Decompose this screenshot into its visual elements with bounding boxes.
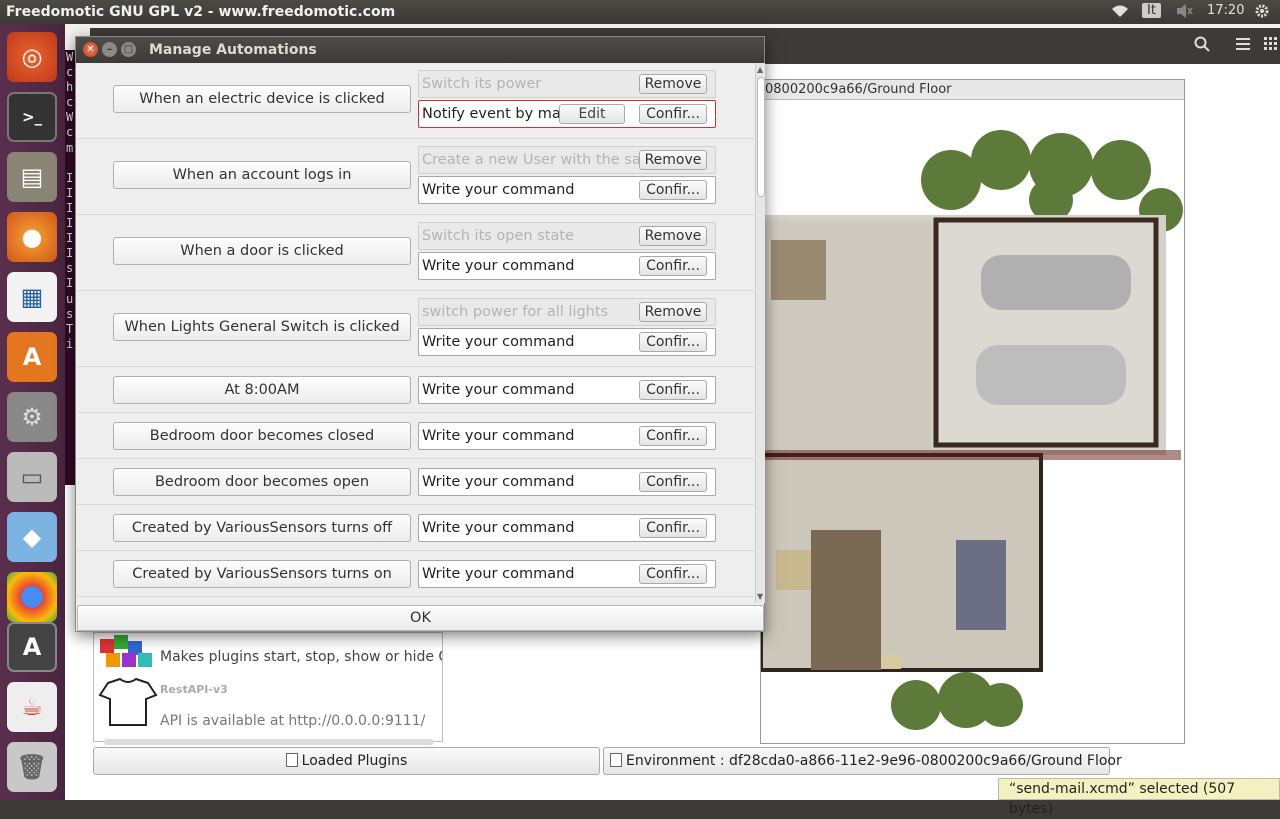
tshirt-icon <box>98 677 158 737</box>
automation-row: At 8:00AM Write your command Confir... <box>77 367 754 413</box>
scroll-down-icon[interactable]: ▼ <box>757 592 763 601</box>
automation-list[interactable]: When an electric device is clicked Switc… <box>77 63 754 603</box>
trigger-button[interactable]: Created by VariousSensors turns off <box>113 514 411 542</box>
command-field[interactable]: Write your command Confir... <box>418 514 716 542</box>
existing-command: switch power for all lights Remove <box>418 298 716 326</box>
software-center-icon[interactable]: A <box>7 332 57 382</box>
remove-button[interactable]: Remove <box>639 302 707 322</box>
updater-icon[interactable]: A <box>7 622 57 672</box>
horizontal-scrollbar[interactable] <box>104 739 434 745</box>
document-icon <box>610 753 622 767</box>
floorplan-image[interactable] <box>761 100 1184 743</box>
ok-button[interactable]: OK <box>77 605 764 631</box>
disk-icon[interactable]: ▭ <box>7 452 57 502</box>
minimize-icon[interactable]: – <box>102 42 117 57</box>
trigger-button[interactable]: When Lights General Switch is clicked <box>113 313 411 341</box>
edit-button[interactable]: Edit <box>559 104 625 124</box>
window-title: Freedomotic GNU GPL v2 - www.freedomotic… <box>6 4 396 20</box>
automation-row: Created by VariousSensors turns on Write… <box>77 551 754 597</box>
command-field[interactable]: Write your command Confir... <box>418 376 716 404</box>
box-icon[interactable]: ◆ <box>7 512 57 562</box>
scroll-up-icon[interactable]: ▲ <box>757 65 763 74</box>
volume-icon[interactable] <box>1175 3 1193 23</box>
confirm-button[interactable]: Confir... <box>639 256 707 276</box>
dialog-titlebar: ✕ – □ Manage Automations <box>76 37 764 63</box>
confirm-button[interactable]: Confir... <box>639 180 707 200</box>
environment-view[interactable]: 0800200c9a66/Ground Floor <box>760 79 1185 744</box>
automation-row: Bedroom door becomes closed Write your c… <box>77 413 754 459</box>
command-field[interactable]: Write your command Confir... <box>418 468 716 496</box>
command-field[interactable]: Write your command Confir... <box>418 422 716 450</box>
scrollbar-thumb[interactable] <box>757 77 765 197</box>
automation-row: When an account logs in Create a new Use… <box>77 139 754 215</box>
close-icon[interactable]: ✕ <box>83 42 98 57</box>
trigger-button[interactable]: When an account logs in <box>113 161 411 189</box>
search-icon[interactable] <box>1194 36 1210 56</box>
command-field[interactable]: Write your command Confir... <box>418 560 716 588</box>
command-field[interactable]: Write your command Confir... <box>418 176 716 204</box>
ubuntu-icon[interactable]: ◎ <box>7 32 57 82</box>
top-panel: Freedomotic GNU GPL v2 - www.freedomotic… <box>0 0 1280 24</box>
command-field[interactable]: Notify event by mail Edit Confir... <box>418 100 716 128</box>
dialog-title: Manage Automations <box>149 42 317 58</box>
trash-icon[interactable]: 🗑 <box>7 742 57 792</box>
terminal-icon[interactable]: >_ <box>7 92 57 142</box>
list-view-icon[interactable] <box>1236 36 1250 55</box>
grid-view-icon[interactable] <box>1264 36 1278 55</box>
confirm-button[interactable]: Confir... <box>639 518 707 538</box>
plugin-description: Makes plugins start, stop, show or hide … <box>160 649 442 665</box>
selection-tooltip: “send-mail.xcmd” selected (507 bytes) <box>998 778 1280 817</box>
confirm-button[interactable]: Confir... <box>639 104 707 124</box>
environment-title: 0800200c9a66/Ground Floor <box>761 80 1184 100</box>
remove-button[interactable]: Remove <box>639 150 707 170</box>
vertical-scrollbar[interactable]: ▲ ▼ <box>755 63 765 603</box>
confirm-button[interactable]: Confir... <box>639 332 707 352</box>
clock[interactable]: 17:20 <box>1207 3 1244 18</box>
automation-row: When a door is clicked Switch its open s… <box>77 215 754 291</box>
automation-row: When Lights General Switch is clicked sw… <box>77 291 754 367</box>
existing-command: Switch its open state Remove <box>418 222 716 250</box>
plugins-panel[interactable]: Makes plugins start, stop, show or hide … <box>93 632 443 745</box>
command-field[interactable]: Write your command Confir... <box>418 252 716 280</box>
confirm-button[interactable]: Confir... <box>639 426 707 446</box>
trigger-button[interactable]: Created by VariousSensors turns on <box>113 560 411 588</box>
settings-icon[interactable]: ⚙ <box>7 392 57 442</box>
remove-button[interactable]: Remove <box>639 74 707 94</box>
wifi-icon[interactable] <box>1110 3 1130 23</box>
automation-row: When an electric device is clicked Switc… <box>77 63 754 139</box>
document-icon <box>285 753 298 767</box>
keyboard-indicator[interactable]: It <box>1142 3 1161 18</box>
automation-row: Bedroom door becomes open Write your com… <box>77 459 754 505</box>
confirm-button[interactable]: Confir... <box>639 564 707 584</box>
existing-command: Create a new User with the san Remove <box>418 146 716 174</box>
remove-button[interactable]: Remove <box>639 226 707 246</box>
java-icon[interactable]: ☕ <box>7 682 57 732</box>
plugin-name: RestAPI-v3 <box>160 683 228 696</box>
trigger-button[interactable]: When a door is clicked <box>113 237 411 265</box>
plugin-cubes-icon <box>98 633 158 669</box>
writer-icon[interactable]: ▦ <box>7 272 57 322</box>
loaded-plugins-button[interactable]: Loaded Plugins <box>93 747 600 775</box>
trigger-button[interactable]: Bedroom door becomes closed <box>113 422 411 450</box>
trigger-button[interactable]: When an electric device is clicked <box>113 85 411 113</box>
files-icon[interactable]: ▤ <box>7 152 57 202</box>
trigger-button[interactable]: At 8:00AM <box>113 376 411 404</box>
trigger-button[interactable]: Bedroom door becomes open <box>113 468 411 496</box>
maximize-icon[interactable]: □ <box>121 42 136 57</box>
environment-button[interactable]: Environment : df28cda0-a866-11e2-9e96-08… <box>603 747 1122 775</box>
existing-command: Switch its power Remove <box>418 70 716 98</box>
firefox-icon[interactable]: ● <box>7 212 57 262</box>
chrome-icon[interactable] <box>7 572 57 622</box>
confirm-button[interactable]: Confir... <box>639 380 707 400</box>
gear-icon[interactable] <box>1254 3 1270 23</box>
manage-automations-dialog: ✕ – □ Manage Automations When an electri… <box>75 36 765 632</box>
confirm-button[interactable]: Confir... <box>639 472 707 492</box>
automation-row: Created by VariousSensors turns off Writ… <box>77 505 754 551</box>
command-field[interactable]: Write your command Confir... <box>418 328 716 356</box>
launcher: ◎ >_ ▤ ● ▦ A ⚙ ▭ ◆ A ☕ 🗑 <box>0 24 65 800</box>
plugin-description: API is available at http://0.0.0.0:9111/ <box>160 713 426 729</box>
